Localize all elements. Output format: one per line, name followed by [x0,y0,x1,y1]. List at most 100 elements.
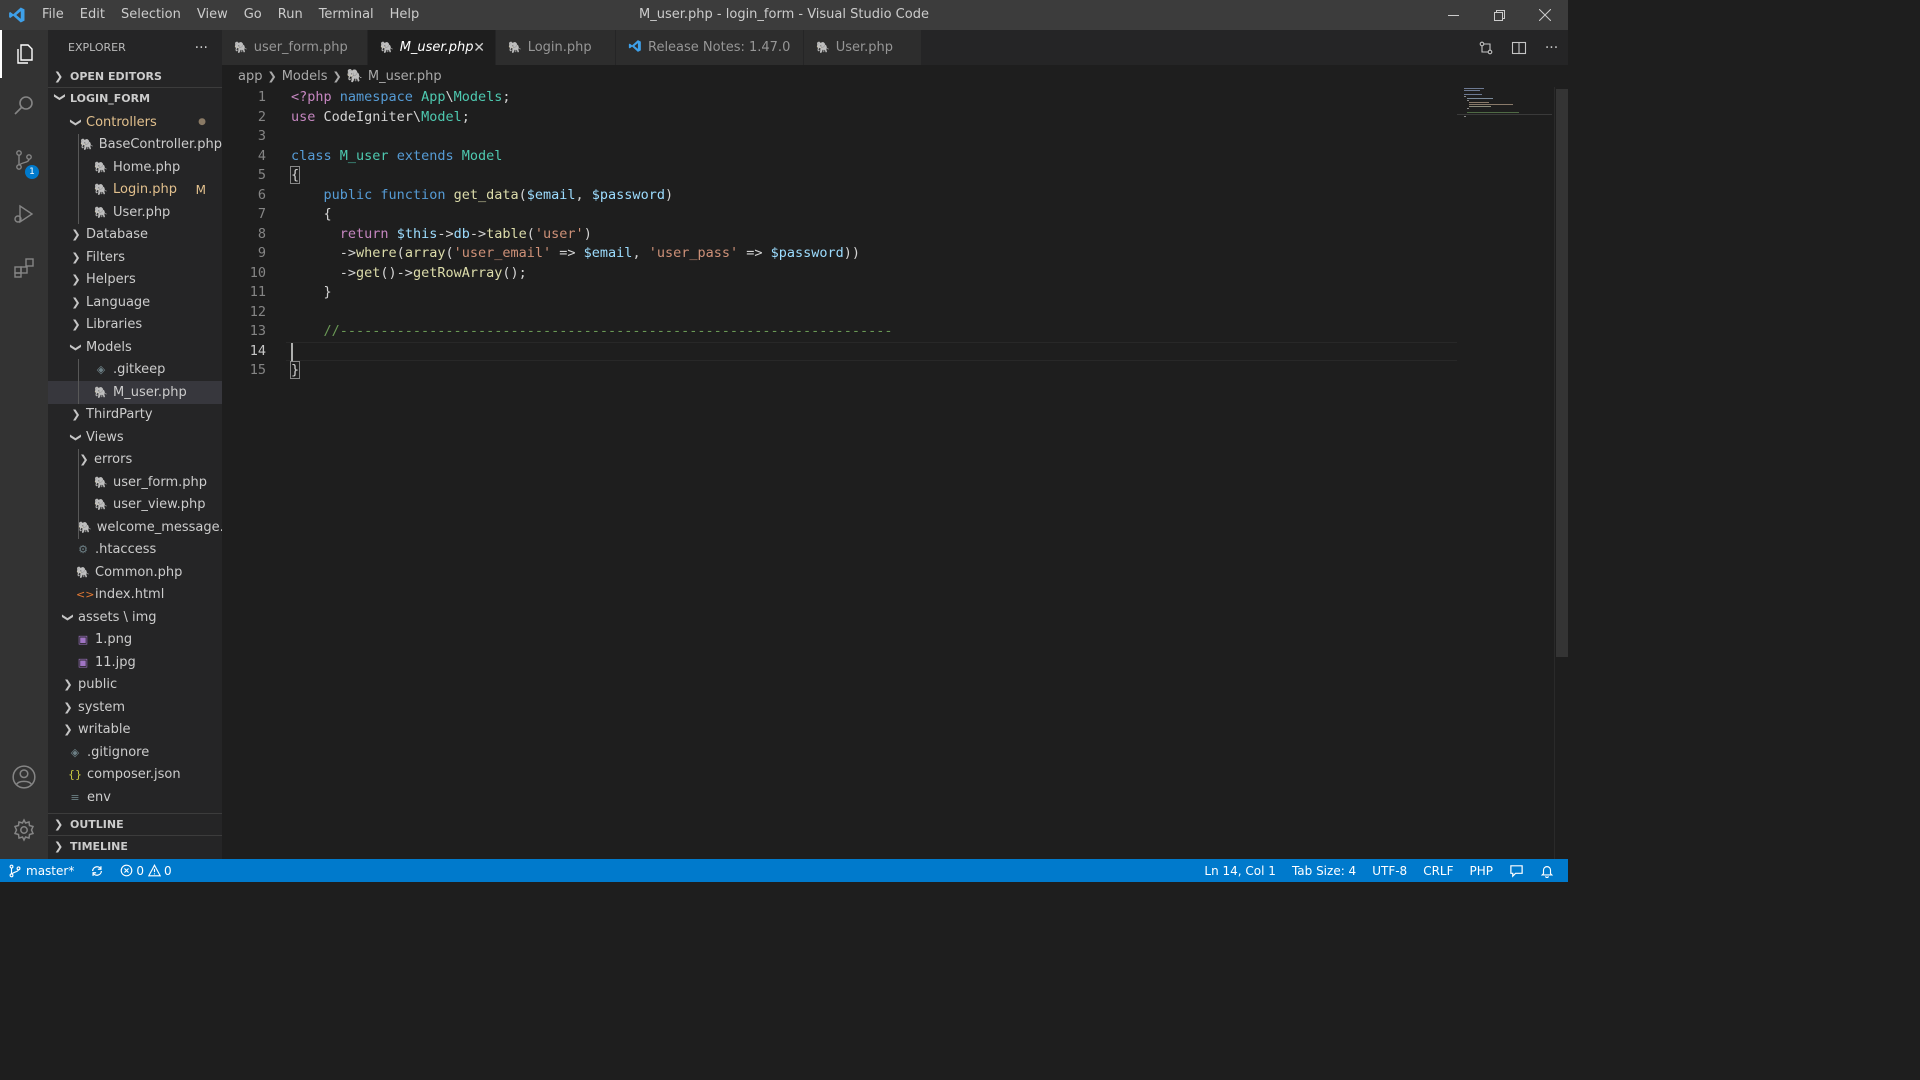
open-editors-section[interactable]: ❯ OPEN EDITORS [48,65,222,87]
outline-section[interactable]: ❯ OUTLINE [48,813,222,835]
problems-indicator[interactable]: 0 0 [112,859,179,882]
vertical-scrollbar[interactable] [1554,87,1568,859]
tree-item-label: system [78,699,125,715]
tree-item[interactable]: ▣ 1.png [48,629,222,652]
code-text: use CodeIgniter\Model; [291,108,470,128]
tree-item[interactable]: ❯ Libraries [48,314,222,337]
line-number: 3 [257,128,266,144]
language-mode[interactable]: PHP [1462,859,1502,882]
minimap[interactable] [1457,87,1552,859]
tree-item[interactable]: ◈ .gitkeep [48,358,222,381]
tree-item[interactable]: ⚙ .htaccess [48,539,222,562]
menu-selection[interactable]: Selection [113,0,189,30]
tree-item[interactable]: 🐘 user_form.php [48,471,222,494]
sync-icon[interactable] [82,859,112,882]
tree-item[interactable]: 🐘 BaseController.php [48,133,222,156]
menu-run[interactable]: Run [270,0,311,30]
menu-edit[interactable]: Edit [72,0,113,30]
code-token: } [289,361,301,379]
php-file-icon: 🐘 [94,160,108,174]
tree-item[interactable]: 🐘 M_user.php [48,381,222,404]
tree-item[interactable]: 🐘 Common.php [48,561,222,584]
code-token: -> [469,225,487,242]
open-changes-icon[interactable] [1469,30,1502,65]
menu-help[interactable]: Help [382,0,428,30]
cursor-position[interactable]: Ln 14, Col 1 [1196,859,1284,882]
code-editor[interactable]: 1 <?php namespace App\Models; 2 use CodeIgn… [222,87,1568,859]
tab-size[interactable]: Tab Size: 4 [1284,859,1364,882]
tree-item[interactable]: 🐘 user_view.php [48,493,222,516]
tree-item[interactable]: ❯ errors [48,448,222,471]
tree-item[interactable]: 🐘 User.php [48,201,222,224]
code-token: ( [526,225,535,242]
tab-user-form-php[interactable]: 🐘 user_form.php [222,30,368,65]
breadcrumb-item[interactable]: M_user.php [368,69,442,84]
more-actions-icon[interactable]: ··· [195,40,208,56]
tree-item[interactable]: ❯ ThirdParty [48,404,222,427]
error-icon [120,864,133,877]
tree-item-label: Home.php [113,159,181,175]
modified-dot-icon: ● [198,117,206,128]
tree-item[interactable]: ❯ Database [48,224,222,247]
run-debug-icon[interactable] [0,190,48,238]
menu-terminal[interactable]: Terminal [311,0,382,30]
tree-item[interactable]: ❯ Helpers [48,269,222,292]
tree-item-label: M_user.php [113,384,187,400]
tree-item[interactable]: 🐘 Login.php M [48,178,222,201]
tree-item[interactable]: ❯ system [48,696,222,719]
branch-indicator[interactable]: master* [0,859,82,882]
feedback-icon[interactable] [1501,859,1532,882]
menu-file[interactable]: File [34,0,72,30]
split-editor-icon[interactable] [1502,30,1535,65]
tree-item[interactable]: ❯ Controllers ● [48,111,222,134]
account-icon[interactable] [0,753,48,801]
tree-item[interactable]: 🐘 welcome_message.... [48,516,222,539]
restore-icon[interactable] [1476,0,1522,30]
tab-release-notes-1-47-0[interactable]: Release Notes: 1.47.0 [616,30,804,65]
breadcrumb-item[interactable]: app [238,69,262,84]
project-section[interactable]: ❯ LOGIN_FORM [48,87,222,109]
close-icon[interactable] [1522,0,1568,30]
source-control-icon[interactable]: 1 [0,136,48,184]
tree-item[interactable]: ❯ Views [48,426,222,449]
tree-item[interactable]: ❯ Filters [48,246,222,269]
scrollbar-thumb[interactable] [1556,89,1568,657]
menu-view[interactable]: View [189,0,236,30]
vscode-logo-icon[interactable] [0,0,34,30]
tree-item[interactable]: ❯ Models [48,336,222,359]
end-of-line[interactable]: CRLF [1415,859,1461,882]
tree-item[interactable]: ❯ writable [48,719,222,742]
menu-go[interactable]: Go [236,0,270,30]
settings-gear-icon[interactable] [0,806,48,854]
tab-login-php[interactable]: 🐘 Login.php [496,30,616,65]
notifications-bell-icon[interactable] [1532,859,1562,882]
tree-item[interactable]: ❯ Language [48,291,222,314]
tree-item[interactable]: <> index.html [48,584,222,607]
search-icon[interactable] [0,82,48,130]
tree-item[interactable]: ◈ .gitignore [48,741,222,764]
code-token: class [291,147,340,164]
code-token: ( [396,245,405,261]
tree-item[interactable]: {} composer.json [48,764,222,787]
breadcrumb-item[interactable]: Models [282,69,328,84]
code-line: 14 [222,342,1457,362]
tree-item-label: Helpers [86,272,136,288]
code-token: get_data [453,186,519,203]
explorer-icon[interactable] [0,30,48,78]
tab-user-php[interactable]: 🐘 User.php [804,30,922,65]
tree-item[interactable]: ▣ 11.jpg [48,651,222,674]
tab-m-user-php[interactable]: 🐘 M_user.php ✕ [368,30,496,65]
encoding[interactable]: UTF-8 [1364,859,1415,882]
minimize-icon[interactable] [1430,0,1476,30]
tree-item[interactable]: ❯ public [48,674,222,697]
php-file-icon: 🐘 [94,183,108,197]
code-text: <?php namespace App\Models; [291,88,511,108]
timeline-section[interactable]: ❯ TIMELINE [48,835,222,857]
tree-item[interactable]: 🐘 Home.php [48,156,222,179]
tree-item[interactable]: ❯ assets \ img [48,606,222,629]
extensions-icon[interactable] [0,244,48,292]
tab-close-icon[interactable]: ✕ [473,40,485,56]
code-line: 5{ [222,166,1457,186]
tree-item[interactable]: ≡ env [48,786,222,809]
more-actions-icon[interactable]: ··· [1535,30,1568,65]
